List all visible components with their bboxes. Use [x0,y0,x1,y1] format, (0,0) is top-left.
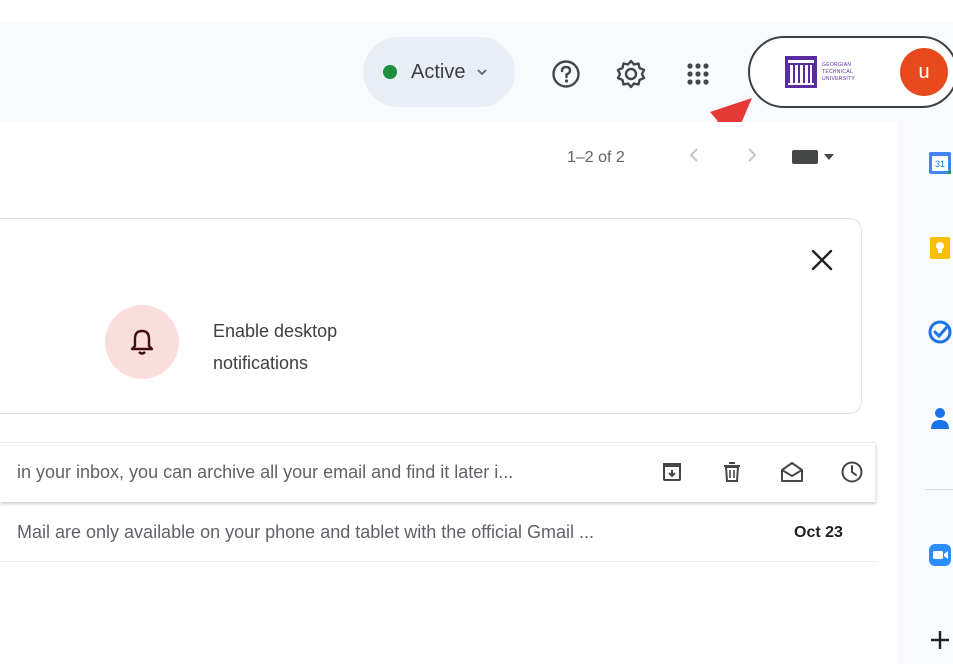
org-name-line: TECHNICAL [822,69,854,75]
pagination-text: 1–2 of 2 [567,149,625,166]
settings-button[interactable] [613,56,649,92]
org-name-line: UNIVERSITY [822,76,856,82]
calendar-day: 31 [935,159,945,169]
enable-notifications-link[interactable]: Enable desktop notifications [213,315,337,379]
chevron-down-icon [477,69,488,76]
status-selector[interactable]: Active [363,37,515,107]
row-actions [642,460,882,486]
help-icon [552,60,580,88]
snooze-button[interactable] [822,460,882,486]
close-icon[interactable] [808,246,836,274]
settings-icon [616,59,646,89]
keep-icon[interactable] [928,236,952,260]
org-name-line: GEORGIAN [822,62,852,68]
notification-line: notifications [213,353,309,373]
email-snippet: in your inbox, you can archive all your … [17,462,514,482]
contacts-icon[interactable] [928,406,952,430]
side-panel [897,122,953,664]
account-switcher[interactable]: GEORGIAN TECHNICAL UNIVERSITY u [748,36,953,108]
caret-down-icon [824,154,834,160]
chevron-right-icon [748,148,757,162]
notification-line: Enable desktop [213,321,338,341]
help-button[interactable] [548,56,584,92]
next-page-button[interactable] [746,146,758,170]
keyboard-icon [792,150,818,164]
side-panel-divider [925,489,953,490]
email-snippet: Mail are only available on your phone an… [17,522,594,542]
tasks-icon[interactable] [928,320,952,344]
organization-name: GEORGIAN TECHNICAL UNIVERSITY [822,62,855,82]
bell-icon [130,329,154,355]
archive-icon [663,463,681,481]
chevron-left-icon [689,148,698,162]
notification-icon-circle [105,305,179,379]
avatar[interactable]: u [900,48,948,96]
add-icon[interactable] [928,628,952,652]
input-tools-button[interactable] [792,150,834,164]
delete-button[interactable] [702,460,762,486]
apps-grid-icon [687,63,709,85]
snooze-icon [841,461,863,483]
prev-page-button[interactable] [688,146,700,170]
zoom-icon[interactable] [928,543,952,567]
email-row[interactable]: in your inbox, you can archive all your … [0,442,876,502]
mark-as-read-button[interactable] [762,460,822,486]
apps-button[interactable] [680,56,716,92]
calendar-icon[interactable]: 31 [928,151,952,175]
email-row[interactable]: Mail are only available on your phone an… [0,504,876,562]
organization-logo: GEORGIAN TECHNICAL UNIVERSITY [784,53,884,91]
archive-button[interactable] [642,460,702,486]
email-date: Oct 23 [794,523,843,541]
delete-icon [724,462,740,482]
status-dot [383,65,397,79]
university-logo-icon [785,56,817,88]
status-label: Active [411,60,466,83]
mark-read-icon [781,462,803,482]
